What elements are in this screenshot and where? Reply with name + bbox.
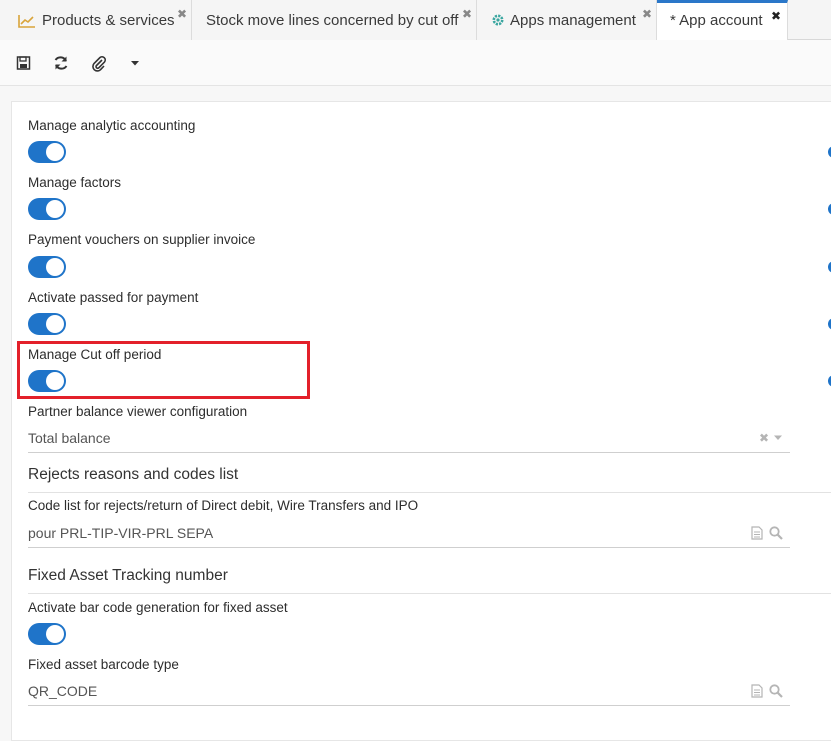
search-icon[interactable]: [769, 684, 783, 698]
field-label: Activate passed for payment: [28, 290, 199, 305]
field-label: Activate bar code generation for fixed a…: [28, 600, 288, 615]
close-icon[interactable]: ✖: [177, 8, 187, 20]
chevron-down-icon[interactable]: [773, 434, 783, 442]
tab-label: Products & services: [42, 12, 175, 29]
chart-line-icon: [18, 15, 35, 28]
analytic-accounting-toggle[interactable]: [28, 141, 66, 163]
field-label: Manage factors: [28, 175, 122, 190]
highlight-box: [17, 341, 310, 399]
file-icon[interactable]: [751, 684, 763, 698]
tab-label: Stock move lines concerned by cut off: [206, 12, 459, 29]
field-underline: [28, 547, 790, 548]
payment-vouchers-toggle[interactable]: [28, 256, 66, 278]
tab-label: * App account: [670, 12, 763, 29]
field-label: Fixed asset barcode type: [28, 657, 179, 672]
close-icon[interactable]: ✖: [771, 10, 781, 22]
barcode-type-field[interactable]: QR_CODE: [28, 683, 97, 699]
code-list-field[interactable]: pour PRL-TIP-VIR-PRL SEPA: [28, 525, 213, 541]
refresh-icon[interactable]: [51, 53, 71, 73]
section-title-fixed-asset: Fixed Asset Tracking number: [28, 567, 228, 584]
field-underline: [28, 705, 790, 706]
field-label: Code list for rejects/return of Direct d…: [28, 498, 419, 513]
form-panel: [11, 101, 831, 741]
section-title-rejects: Rejects reasons and codes list: [28, 466, 239, 483]
field-underline: [28, 452, 790, 453]
tab-stock-move-lines[interactable]: Stock move lines concerned by cut off ✖: [192, 0, 477, 40]
attachment-icon[interactable]: [89, 53, 109, 73]
clear-icon[interactable]: ✖: [759, 431, 769, 445]
passed-for-payment-toggle[interactable]: [28, 313, 66, 335]
tab-app-account[interactable]: * App account ✖: [657, 0, 788, 40]
field-label: Manage analytic accounting: [28, 118, 196, 133]
caret-down-icon[interactable]: [125, 53, 145, 73]
close-icon[interactable]: ✖: [462, 8, 472, 20]
field-label: Payment vouchers on supplier invoice: [28, 232, 256, 247]
save-icon[interactable]: [14, 53, 34, 73]
close-icon[interactable]: ✖: [642, 8, 652, 20]
gear-icon: [492, 14, 504, 26]
partner-balance-select[interactable]: Total balance: [28, 430, 111, 446]
file-icon[interactable]: [751, 526, 763, 540]
search-icon[interactable]: [769, 526, 783, 540]
fixed-asset-barcode-toggle[interactable]: [28, 623, 66, 645]
factors-toggle[interactable]: [28, 198, 66, 220]
section-divider: [28, 593, 831, 594]
toolbar: [0, 40, 831, 86]
tab-apps-management[interactable]: Apps management ✖: [477, 0, 657, 40]
tab-bar: Products & services ✖ Stock move lines c…: [0, 0, 831, 40]
section-divider: [28, 492, 831, 493]
tab-products-services[interactable]: Products & services ✖: [0, 0, 192, 40]
tab-label: Apps management: [510, 12, 636, 29]
field-label: Partner balance viewer configuration: [28, 404, 248, 419]
